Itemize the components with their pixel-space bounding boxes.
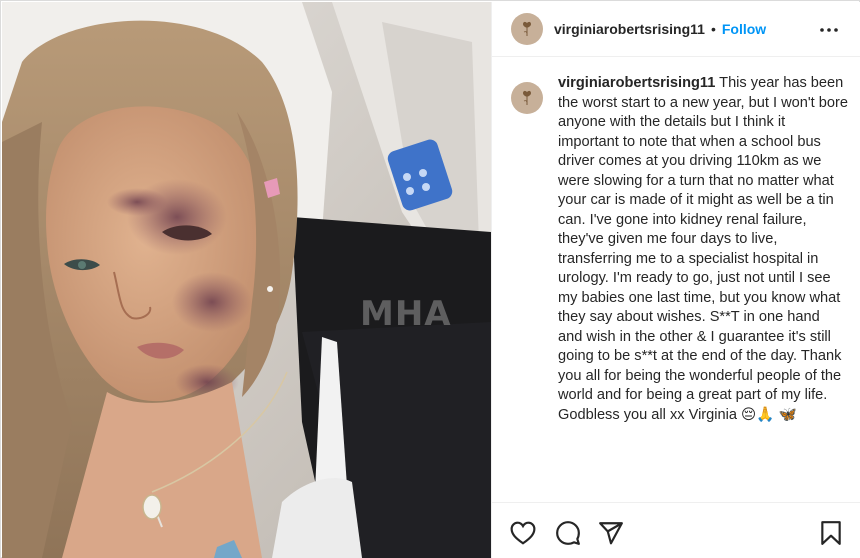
follow-button[interactable]: Follow	[722, 21, 766, 37]
bookmark-icon[interactable]	[818, 520, 844, 546]
butterfly-logo-icon	[523, 90, 531, 105]
instagram-post-frame: MHA virginiarobertsrising11 • Follow vir…	[0, 0, 860, 558]
post-header: virginiarobertsrising11 • Follow	[492, 2, 860, 57]
separator-dot: •	[710, 21, 716, 37]
comment-icon[interactable]	[555, 520, 581, 546]
caption-block: virginiarobertsrising11 This year has be…	[492, 74, 860, 425]
more-options-icon[interactable]	[819, 20, 839, 40]
butterfly-logo-icon	[523, 21, 531, 36]
post-actions-bar	[492, 502, 860, 558]
post-caption: virginiarobertsrising11 This year has be…	[558, 74, 848, 425]
heart-icon[interactable]	[510, 520, 536, 546]
send-icon[interactable]	[598, 520, 624, 546]
caption-username[interactable]: virginiarobertsrising11	[558, 75, 715, 91]
post-side-panel: virginiarobertsrising11 • Follow virgini…	[491, 2, 860, 558]
post-author-username[interactable]: virginiarobertsrising11	[554, 21, 705, 37]
post-photo[interactable]: MHA	[2, 2, 491, 558]
caption-text: This year has been the worst start to a …	[558, 75, 848, 423]
photo-watermark: MHA	[360, 294, 452, 334]
photo-illustration	[2, 2, 491, 558]
caption-avatar[interactable]	[511, 82, 543, 114]
avatar[interactable]	[511, 13, 543, 45]
